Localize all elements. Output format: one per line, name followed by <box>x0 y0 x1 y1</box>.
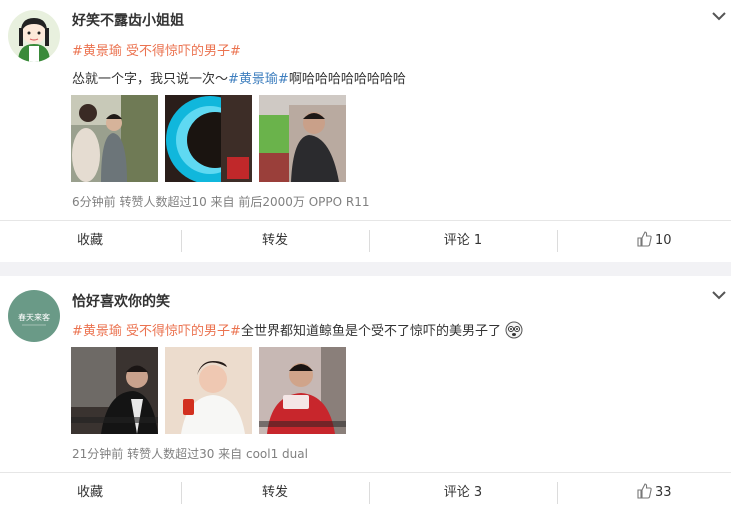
post-card: 好笑不露齿小姐姐 #黄景瑜 受不得惊吓的男子# 怂就一个字，我只说一次～#黄景瑜… <box>0 0 731 262</box>
hashtag-link[interactable]: 受不得惊吓的男子# <box>126 324 241 339</box>
hashtag-link[interactable]: #黄景瑜# <box>228 72 289 87</box>
post-meta: 6分钟前 转赞人数超过10 来自 前后2000万 OPPO R11 <box>72 195 370 209</box>
post-image[interactable] <box>165 347 252 434</box>
post-image[interactable] <box>71 95 158 182</box>
post-text: 怂就一个字，我只说一次～#黄景瑜#啊哈哈哈哈哈哈哈哈 <box>72 72 406 87</box>
post-image[interactable] <box>259 95 346 182</box>
post-image[interactable] <box>165 95 252 182</box>
action-bar: 收藏 转发 评论 3 33 <box>0 472 731 513</box>
like-button[interactable]: 33 <box>636 473 672 513</box>
post-text: #黄景瑜 受不得惊吓的男子#全世界都知道鲸鱼是个受不了惊吓的美男子了 <box>72 320 523 339</box>
divider <box>557 230 558 252</box>
hashtag-line: #黄景瑜 受不得惊吓的男子# <box>72 40 241 59</box>
post-meta: 21分钟前 转赞人数超过30 来自 cool1 dual <box>72 447 308 461</box>
chevron-down-icon[interactable] <box>711 10 727 22</box>
username[interactable]: 恰好喜欢你的笑 <box>72 291 170 311</box>
avatar[interactable] <box>8 10 60 62</box>
avatar[interactable]: 春天来客 <box>8 290 60 342</box>
collect-button[interactable]: 收藏 <box>0 221 180 261</box>
chevron-down-icon[interactable] <box>711 289 727 301</box>
action-bar: 收藏 转发 评论 1 10 <box>0 220 731 261</box>
hashtag-link[interactable]: 受不得惊吓的男子# <box>126 44 241 59</box>
divider <box>557 482 558 504</box>
post-image[interactable] <box>259 347 346 434</box>
collect-button[interactable]: 收藏 <box>0 473 180 513</box>
like-count: 10 <box>655 233 672 248</box>
post-card: 春天来客 恰好喜欢你的笑 #黄景瑜 受不得惊吓的男子#全世界都知道鲸鱼是个受不了… <box>0 276 731 515</box>
thumbs-up-icon <box>637 231 652 247</box>
comment-button[interactable]: 评论 3 <box>370 473 556 513</box>
repost-button[interactable]: 转发 <box>182 473 368 513</box>
thumbs-up-icon <box>637 483 652 499</box>
like-button[interactable]: 10 <box>636 221 672 261</box>
repost-button[interactable]: 转发 <box>182 221 368 261</box>
comment-button[interactable]: 评论 1 <box>370 221 556 261</box>
avatar-logo-text: 春天来客 <box>18 312 50 322</box>
hashtag-link[interactable]: #黄景瑜 <box>72 324 122 339</box>
post-image[interactable] <box>71 347 158 434</box>
emoji-icon <box>505 321 523 339</box>
username[interactable]: 好笑不露齿小姐姐 <box>72 10 184 30</box>
hashtag-link[interactable]: #黄景瑜 <box>72 44 122 59</box>
like-count: 33 <box>655 485 672 500</box>
